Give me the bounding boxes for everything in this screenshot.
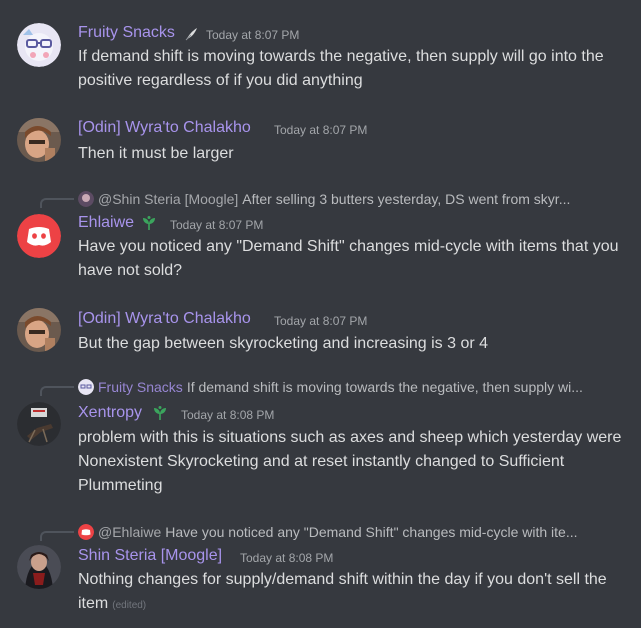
avatar-shin-steria[interactable]: [17, 545, 61, 589]
avatar-ehlaiwe[interactable]: [17, 214, 61, 258]
timestamp: Today at 8:07 PM: [170, 218, 264, 232]
sprout-icon: [143, 216, 155, 230]
timestamp: Today at 8:07 PM: [274, 123, 368, 137]
author-name[interactable]: [Odin] Wyra'to Chalakho: [78, 309, 251, 329]
message-wyrato-1: [Odin] Wyra'to Chalakho Today at 8:07 PM…: [0, 100, 641, 180]
reply-avatar: [78, 191, 94, 207]
message-text: If demand shift is moving towards the ne…: [78, 48, 604, 89]
edited-label: (edited): [112, 600, 147, 611]
author-name[interactable]: Shin Steria [Moogle]: [78, 546, 222, 566]
author-name[interactable]: Xentropy: [78, 403, 142, 423]
message-ehlaiwe: @Shin Steria [Moogle] After selling 3 but…: [0, 180, 641, 290]
timestamp: Today at 8:07 PM: [274, 314, 368, 328]
reply-spine: [40, 198, 74, 208]
timestamp: Today at 8:08 PM: [240, 551, 334, 565]
reply-text: After selling 3 butters yesterday, DS we…: [242, 191, 571, 207]
message-text: Have you noticed any "Demand Shift" chan…: [78, 238, 619, 279]
author-name[interactable]: [Odin] Wyra'to Chalakho: [78, 118, 251, 138]
reply-author: @Shin Steria [Moogle]: [98, 191, 239, 207]
author-name[interactable]: Fruity Snacks: [78, 23, 175, 43]
message-wyrato-2: [Odin] Wyra'to Chalakho Today at 8:07 PM…: [0, 290, 641, 370]
reply-avatar: [78, 379, 94, 395]
reply-author: Fruity Snacks: [98, 379, 183, 395]
reply-avatar: [78, 524, 94, 540]
avatar-fruity-snacks[interactable]: [17, 23, 61, 67]
message-text: But the gap between skyrocketing and inc…: [78, 335, 489, 352]
feather-icon: [185, 28, 197, 41]
message-shin-steria: @Ehlaiwe Have you noticed any "Demand Shi…: [0, 520, 641, 628]
reply-spine: [40, 531, 74, 541]
reply-reference[interactable]: @Shin Steria [Moogle] After selling 3 but…: [40, 190, 635, 208]
reply-text: If demand shift is moving towards the ne…: [186, 379, 583, 395]
avatar-xentropy[interactable]: [17, 402, 61, 446]
timestamp: Today at 8:07 PM: [206, 28, 300, 42]
reply-reference[interactable]: Fruity Snacks If demand shift is moving t…: [40, 378, 635, 396]
message-xentropy: Fruity Snacks If demand shift is moving t…: [0, 370, 641, 520]
author-name[interactable]: Ehlaiwe: [78, 213, 134, 233]
reply-text: Have you noticed any "Demand Shift" chan…: [165, 524, 578, 540]
message-text: problem with this is situations such as …: [78, 429, 622, 494]
message-fruity-snacks: Fruity Snacks Today at 8:07 PM If demand…: [0, 0, 641, 100]
timestamp: Today at 8:08 PM: [181, 408, 275, 422]
reply-author: @Ehlaiwe: [98, 524, 162, 540]
reply-spine: [40, 386, 74, 396]
reply-reference[interactable]: @Ehlaiwe Have you noticed any "Demand Shi…: [40, 523, 635, 541]
avatar-wyrato[interactable]: [17, 118, 61, 162]
message-text: Then it must be larger: [78, 145, 234, 162]
message-text: Nothing changes for supply/demand shift …: [78, 568, 623, 618]
avatar-wyrato[interactable]: [17, 308, 61, 352]
sprout-icon: [154, 406, 166, 420]
message-body: Nothing changes for supply/demand shift …: [78, 571, 607, 612]
